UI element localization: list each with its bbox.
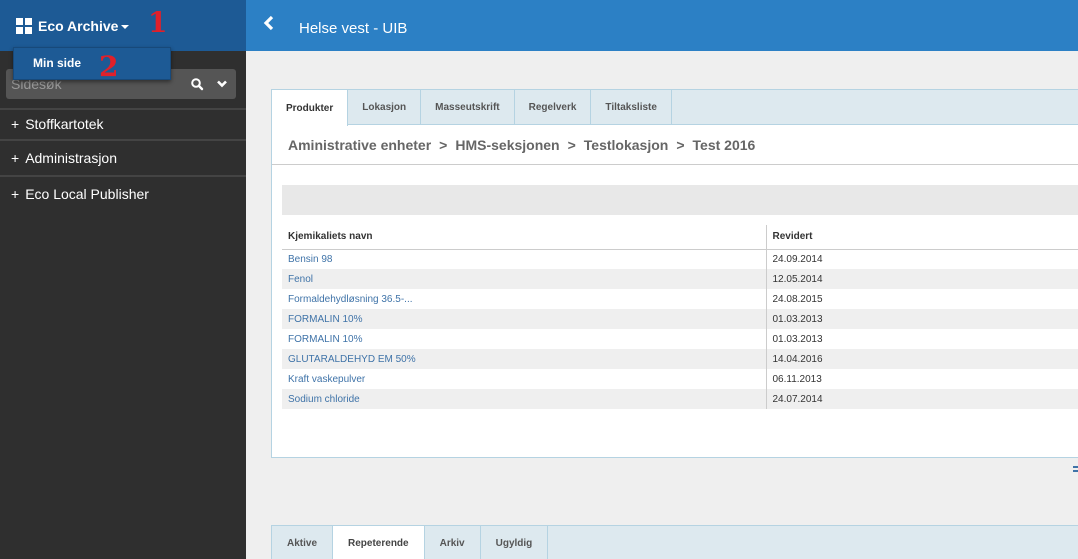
menu-lines-icon[interactable] xyxy=(1073,466,1078,472)
sidebar-item-administrasjon[interactable]: + Administrasjon xyxy=(11,150,117,166)
revised-date: 06.11.2013 xyxy=(765,369,1078,389)
sidebar-item-stoffkartotek[interactable]: + Stoffkartotek xyxy=(11,116,104,132)
top-bar: Helse vest - UIB xyxy=(246,0,1078,51)
breadcrumb-item-current: Test 2016 xyxy=(692,137,756,153)
chemical-link[interactable]: Sodium chloride xyxy=(288,394,360,405)
grid-icon xyxy=(16,18,32,34)
tab-aktive[interactable]: Aktive xyxy=(272,526,334,559)
table-toolbar xyxy=(282,185,1078,215)
table-row: Fenol 12.05.2014 xyxy=(282,269,1078,289)
table-row: Kraft vaskepulver 06.11.2013 xyxy=(282,369,1078,389)
revised-date: 01.03.2013 xyxy=(765,309,1078,329)
breadcrumb-item[interactable]: Testlokasjon xyxy=(584,137,669,153)
page-title: Helse vest - UIB xyxy=(299,20,408,37)
breadcrumb-item[interactable]: HMS-seksjonen xyxy=(455,137,559,153)
status-tabs: Aktive Repeterende Arkiv Ugyldig xyxy=(271,525,1078,559)
brand-bar: Eco Archive 1 xyxy=(0,0,246,51)
tab-ugyldig[interactable]: Ugyldig xyxy=(481,526,549,559)
revised-date: 14.04.2016 xyxy=(765,349,1078,369)
revised-date: 24.09.2014 xyxy=(765,249,1078,269)
app-menu-toggle[interactable]: Eco Archive xyxy=(16,18,130,34)
plus-icon: + xyxy=(11,150,20,166)
revised-date: 01.03.2013 xyxy=(765,329,1078,349)
tab-repeterende[interactable]: Repeterende xyxy=(333,526,425,559)
breadcrumb: Aministrative enheter > HMS-seksjonen > Test… xyxy=(288,137,755,153)
plus-icon: + xyxy=(11,186,20,202)
breadcrumb-separator: > xyxy=(439,137,448,153)
breadcrumb-item[interactable]: Aministrative enheter xyxy=(288,137,431,153)
table-row: Formaldehydløsning 36.5-... 24.08.2015 xyxy=(282,289,1078,309)
table-row: FORMALIN 10% 01.03.2013 xyxy=(282,309,1078,329)
chemical-link[interactable]: Bensin 98 xyxy=(288,254,332,265)
nav-divider xyxy=(0,108,246,110)
tab-lokasjon[interactable]: Lokasjon xyxy=(348,90,422,125)
sidebar-item-label: Eco Local Publisher xyxy=(25,186,149,202)
revised-date: 24.07.2014 xyxy=(765,389,1078,409)
column-header-revised[interactable]: Revidert xyxy=(765,225,1078,250)
table-row: GLUTARALDEHYD EM 50% 14.04.2016 xyxy=(282,349,1078,369)
tab-tiltaksliste[interactable]: Tiltaksliste xyxy=(591,90,672,125)
breadcrumb-separator: > xyxy=(676,137,685,153)
chemical-link[interactable]: FORMALIN 10% xyxy=(288,334,362,345)
annotation-marker-1: 1 xyxy=(148,6,168,39)
table-header-row: Kjemikaliets navn Revidert xyxy=(282,225,1078,250)
products-panel: Produkter Lokasjon Masseutskrift Regelve… xyxy=(271,89,1078,458)
chemicals-table: Kjemikaliets navn Revidert Bensin 98 24.0… xyxy=(282,225,1078,409)
app-dropdown-menu: Min side xyxy=(13,47,171,80)
chemical-link[interactable]: FORMALIN 10% xyxy=(288,314,362,325)
main-tabs: Produkter Lokasjon Masseutskrift Regelve… xyxy=(272,90,1078,126)
chevron-left-icon[interactable] xyxy=(263,15,275,31)
annotation-marker-2: 2 xyxy=(99,50,119,83)
sidebar: Eco Archive 1 Min side 2 + Stoffkartotek… xyxy=(0,0,246,559)
nav-divider xyxy=(0,139,246,141)
brand-label: Eco Archive xyxy=(38,18,119,34)
chemical-link[interactable]: Kraft vaskepulver xyxy=(288,374,365,385)
menu-item-min-side[interactable]: Min side xyxy=(14,48,170,70)
chemical-link[interactable]: GLUTARALDEHYD EM 50% xyxy=(288,354,416,365)
tab-masseutskrift[interactable]: Masseutskrift xyxy=(421,90,515,125)
table-row: Bensin 98 24.09.2014 xyxy=(282,249,1078,269)
chevron-down-icon[interactable] xyxy=(216,78,228,90)
tab-regelverk[interactable]: Regelverk xyxy=(515,90,592,125)
table-row: FORMALIN 10% 01.03.2013 xyxy=(282,329,1078,349)
breadcrumb-separator: > xyxy=(567,137,576,153)
chemical-link[interactable]: Fenol xyxy=(288,274,313,285)
tab-arkiv[interactable]: Arkiv xyxy=(425,526,481,559)
sidebar-item-label: Administrasjon xyxy=(25,150,118,166)
revised-date: 12.05.2014 xyxy=(765,269,1078,289)
plus-icon: + xyxy=(11,116,20,132)
chemical-link[interactable]: Formaldehydløsning 36.5-... xyxy=(288,294,413,305)
table-row: Sodium chloride 24.07.2014 xyxy=(282,389,1078,409)
nav-divider xyxy=(0,175,246,177)
search-icon[interactable] xyxy=(190,77,204,91)
caret-down-icon xyxy=(121,25,130,29)
sidebar-item-eco-local-publisher[interactable]: + Eco Local Publisher xyxy=(11,186,149,202)
tab-produkter[interactable]: Produkter xyxy=(272,90,349,126)
revised-date: 24.08.2015 xyxy=(765,289,1078,309)
column-header-name[interactable]: Kjemikaliets navn xyxy=(282,225,766,250)
divider xyxy=(272,164,1078,165)
sidebar-item-label: Stoffkartotek xyxy=(25,116,104,132)
